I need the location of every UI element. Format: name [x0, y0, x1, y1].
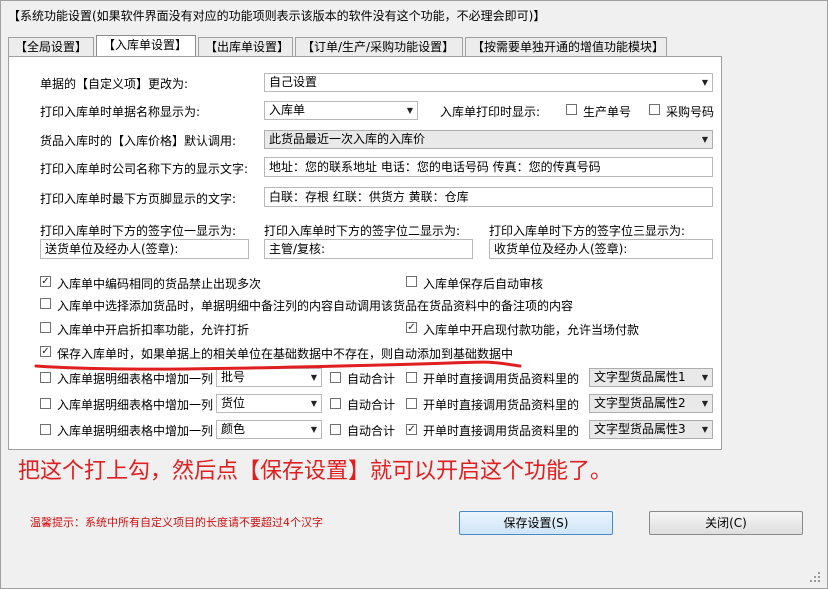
- save-settings-button[interactable]: 保存设置(S): [459, 511, 613, 535]
- red-underline-annotation: [34, 360, 522, 371]
- annotation-text: 把这个打上勾，然后点【保存设置】就可以开启这个功能了。: [18, 459, 613, 484]
- close-button[interactable]: 关闭(C): [649, 511, 803, 535]
- hint-text: 温馨提示：系统中所有自定义项目的长度请不要超过4个汉字: [30, 516, 323, 529]
